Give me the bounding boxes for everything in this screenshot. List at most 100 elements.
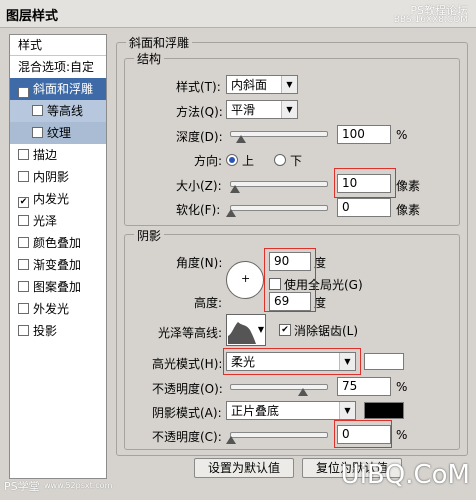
direction-down-radio[interactable] (274, 154, 286, 166)
crosshair-icon: + (241, 272, 251, 285)
highlight-box-size (334, 168, 396, 198)
sidebar-item[interactable]: 投影 (10, 320, 106, 342)
highlight-box-opacity (334, 420, 392, 448)
sidebar-item[interactable]: 等高线 (10, 100, 106, 122)
style-label: 样式(T): (176, 80, 221, 94)
chevron-down-icon: ▼ (257, 325, 264, 334)
highlight-box-mode (223, 348, 361, 375)
depth-slider-thumb[interactable] (235, 135, 246, 143)
direction-up-label: 上 (242, 154, 255, 168)
highlight-opacity-unit: % (396, 380, 408, 394)
sidebar-item-label: 颜色叠加 (33, 236, 82, 250)
highlight-opacity-slider[interactable] (230, 384, 328, 396)
sidebar-item-checkbox[interactable]: ✔ (18, 87, 29, 98)
bevel-panel: 斜面和浮雕 结构 样式(T): 内斜面 ▼ 方法(Q): 平滑 ▼ 深度(D):… (116, 34, 468, 462)
depth-label: 深度(D): (176, 130, 223, 144)
depth-input[interactable]: 100 (337, 125, 391, 144)
sidebar-item-label: 图案叠加 (33, 280, 82, 294)
soften-unit: 像素 (396, 203, 421, 217)
shadow-opacity-slider[interactable] (226, 432, 328, 444)
soften-label: 软化(F): (176, 203, 221, 217)
antialias-checkbox[interactable]: ✔ (279, 324, 291, 336)
shadow-color-swatch[interactable] (364, 402, 404, 419)
antialias-label: 消除锯齿(L) (294, 324, 359, 338)
sidebar-item[interactable]: 内阴影 (10, 166, 106, 188)
sidebar-item-checkbox[interactable] (32, 127, 43, 138)
sidebar-item[interactable]: 颜色叠加 (10, 232, 106, 254)
size-slider[interactable] (229, 181, 328, 193)
window-title: 图层样式 (6, 9, 59, 24)
sidebar-item-checkbox[interactable] (18, 303, 29, 314)
sidebar-item-checkbox[interactable] (18, 281, 29, 292)
technique-dropdown[interactable]: 平滑 ▼ (226, 100, 298, 119)
highlight-color-swatch[interactable] (364, 353, 404, 370)
angle-dial[interactable]: + (226, 261, 264, 299)
sidebar-item-label: 混合选项:自定 (18, 60, 95, 74)
soften-slider-thumb[interactable] (226, 209, 236, 217)
altitude-label: 高度: (194, 296, 223, 310)
sidebar-item-label: 斜面和浮雕 (33, 82, 94, 96)
sidebar-item[interactable]: 纹理 (10, 122, 106, 144)
sidebar-item-label: 外发光 (33, 302, 70, 316)
sidebar-item-checkbox[interactable] (18, 237, 29, 248)
sidebar-item-label: 描边 (33, 148, 58, 162)
sidebar-item[interactable]: ✔ 斜面和浮雕 (10, 78, 106, 100)
sidebar-item-label: 内发光 (33, 192, 70, 206)
shadow-opacity-unit: % (396, 428, 408, 442)
sidebar-item[interactable]: 外发光 (10, 298, 106, 320)
shading-title: 阴影 (134, 227, 165, 244)
sidebar-item-label: 渐变叠加 (33, 258, 82, 272)
sidebar-item-checkbox[interactable] (18, 171, 29, 182)
sidebar-item[interactable]: ✔ 内发光 (10, 188, 106, 210)
soften-input[interactable]: 0 (337, 198, 391, 217)
technique-label: 方法(Q): (176, 105, 223, 119)
highlight-opacity-thumb[interactable] (298, 388, 308, 396)
style-dropdown[interactable]: 内斜面 ▼ (226, 75, 298, 94)
shadow-opacity-label: 不透明度(C): (152, 430, 222, 444)
sidebar-item-checkbox[interactable] (18, 325, 29, 336)
size-slider-thumb[interactable] (229, 185, 240, 193)
sidebar-item-checkbox[interactable] (32, 105, 43, 116)
gloss-contour-picker[interactable]: ▼ (226, 314, 266, 346)
direction-down-label: 下 (290, 154, 303, 168)
gloss-contour-label: 光泽等高线: (158, 326, 223, 340)
size-label: 大小(Z): (176, 179, 222, 193)
chevron-down-icon: ▼ (281, 101, 297, 118)
sidebar-item[interactable]: 渐变叠加 (10, 254, 106, 276)
watermark-top-sub: BBS.16XX8.COM (393, 15, 468, 25)
direction-label: 方向: (194, 154, 223, 168)
shadow-mode-value: 正片叠底 (231, 404, 280, 418)
watermark-br: UiBQ.CoM (340, 460, 470, 490)
sidebar-item[interactable]: 光泽 (10, 210, 106, 232)
sidebar-item-checkbox[interactable]: ✔ (18, 197, 29, 208)
sidebar-item[interactable]: 混合选项:自定 (10, 56, 106, 78)
style-value: 内斜面 (231, 78, 268, 92)
sidebar-item-checkbox[interactable] (18, 149, 29, 160)
make-default-button[interactable]: 设置为默认值 (194, 458, 294, 478)
styles-header[interactable]: 样式 (10, 35, 106, 56)
depth-slider[interactable] (230, 131, 328, 143)
size-unit: 像素 (396, 179, 421, 193)
angle-label: 角度(N): (176, 256, 223, 270)
styles-sidebar: 样式 混合选项:自定 ✔ 斜面和浮雕等高线 纹理描边内阴影 ✔ 内发光光泽颜色叠加渐变叠加… (9, 34, 107, 479)
technique-value: 平滑 (231, 103, 256, 117)
soften-slider[interactable] (226, 205, 328, 217)
shadow-mode-label: 阴影模式(A): (152, 406, 222, 420)
sidebar-item-checkbox[interactable] (18, 215, 29, 226)
depth-unit: % (396, 128, 408, 142)
highlight-box-angle (264, 248, 316, 312)
sidebar-item[interactable]: 描边 (10, 144, 106, 166)
watermark-bl-site: www.52psxt.com (44, 481, 113, 490)
title-bar: 图层样式 PS教程论坛 BBS.16XX8.COM (0, 0, 476, 28)
shadow-opacity-thumb[interactable] (226, 436, 236, 444)
sidebar-item-checkbox[interactable] (18, 259, 29, 270)
structure-title: 结构 (134, 50, 165, 67)
highlight-opacity-input[interactable]: 75 (337, 377, 391, 396)
sidebar-item[interactable]: 图案叠加 (10, 276, 106, 298)
direction-up-radio[interactable] (226, 154, 238, 166)
shadow-mode-dropdown[interactable]: 正片叠底 ▼ (226, 401, 356, 420)
sidebar-item-label: 内阴影 (33, 170, 70, 184)
bevel-title: 斜面和浮雕 (126, 34, 193, 51)
sidebar-item-label: 投影 (33, 324, 58, 338)
chevron-down-icon: ▼ (339, 402, 355, 419)
